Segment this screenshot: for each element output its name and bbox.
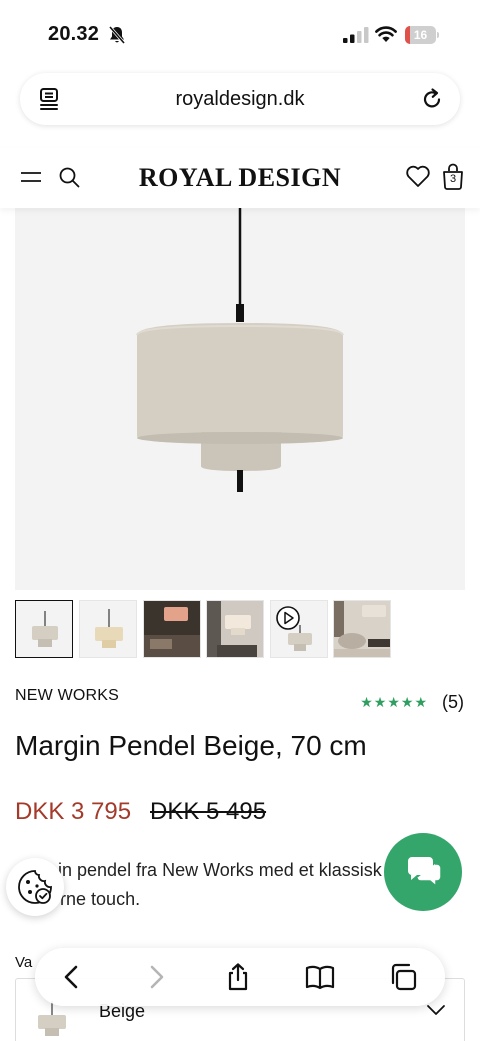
url-text[interactable]: royaldesign.dk xyxy=(20,73,460,125)
rating-stars: ★★★★★ xyxy=(360,694,428,710)
product-brand[interactable]: NEW WORKS xyxy=(15,687,119,705)
play-icon[interactable] xyxy=(276,606,300,630)
heart-icon[interactable] xyxy=(405,164,431,188)
share-icon[interactable] xyxy=(223,962,253,992)
bell-muted-icon xyxy=(108,26,126,44)
chat-icon xyxy=(408,857,442,888)
cart-count: 3 xyxy=(449,173,457,185)
bookmarks-icon[interactable] xyxy=(305,962,335,992)
thumbnail-video[interactable] xyxy=(270,600,328,658)
variant-label: Va xyxy=(15,954,33,971)
product-description: in pendel fra New Works med et klassisk … xyxy=(15,856,395,914)
thumbnail-3[interactable] xyxy=(143,600,201,658)
site-header: ROYAL DESIGN 3 xyxy=(0,148,480,208)
review-count[interactable]: (5) xyxy=(442,692,464,713)
forward-icon[interactable] xyxy=(141,962,171,992)
status-time: 20.32 xyxy=(48,23,100,45)
wifi-icon xyxy=(375,26,397,42)
chat-button[interactable] xyxy=(384,833,462,911)
url-bar[interactable]: royaldesign.dk xyxy=(20,73,460,125)
thumbnail-4[interactable] xyxy=(206,600,264,658)
product-old-price: DKK 5 495 xyxy=(150,798,267,825)
tabs-icon[interactable] xyxy=(388,962,418,992)
chevron-down-icon[interactable] xyxy=(426,1003,446,1017)
cookie-settings-button[interactable] xyxy=(6,858,64,916)
status-bar: 20.32 16 xyxy=(0,0,480,62)
cookie-icon xyxy=(18,870,52,904)
product-image[interactable] xyxy=(15,208,465,590)
thumbnail-strip xyxy=(15,600,465,658)
product-description-text: in pendel fra New Works med et klassisk … xyxy=(15,860,382,909)
product-title: Margin Pendel Beige, 70 cm xyxy=(15,730,367,761)
thumbnail-1[interactable] xyxy=(15,600,73,658)
battery-percentage: 16 xyxy=(413,28,428,42)
thumbnail-6[interactable] xyxy=(333,600,391,658)
reload-icon[interactable] xyxy=(420,87,444,111)
thumbnail-2[interactable] xyxy=(79,600,137,658)
pendant-lamp-illustration xyxy=(136,208,344,492)
battery-indicator: 16 xyxy=(405,26,439,44)
product-price: DKK 3 795 xyxy=(15,798,132,825)
signal-icon xyxy=(343,27,369,43)
browser-toolbar xyxy=(35,948,445,1006)
variant-thumbnail xyxy=(38,1001,66,1036)
back-icon[interactable] xyxy=(57,962,87,992)
